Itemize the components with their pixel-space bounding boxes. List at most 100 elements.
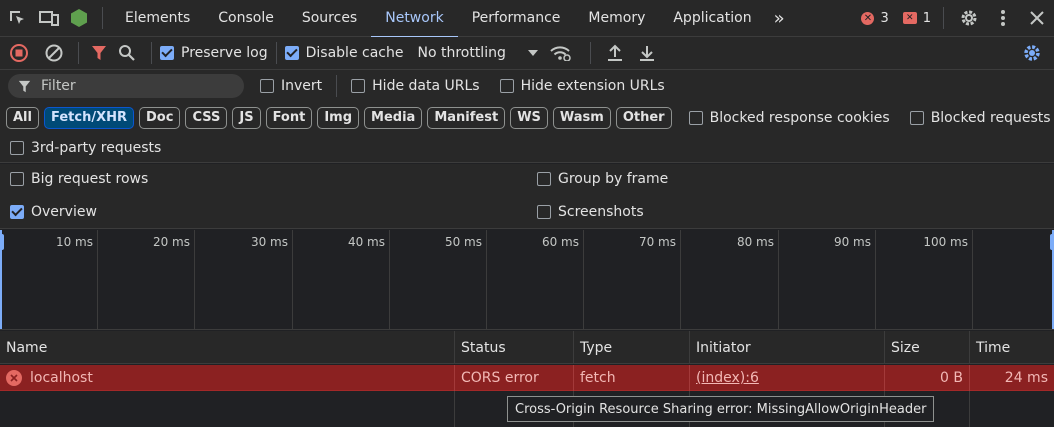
network-conditions-wifi-icon[interactable]: [538, 37, 582, 70]
screenshots-check[interactable]: [537, 205, 551, 219]
type-filter-all[interactable]: All: [6, 106, 39, 129]
overview-tick-label: 80 ms: [736, 235, 774, 249]
filter-funnel-icon[interactable]: [87, 37, 111, 70]
hide-extension-urls-check[interactable]: [499, 79, 514, 93]
clear-icon[interactable]: [38, 37, 70, 70]
type-filter-font[interactable]: Font: [265, 106, 313, 129]
group-by-frame-check[interactable]: [537, 172, 551, 186]
hide-data-urls-check[interactable]: [351, 79, 366, 93]
disable-cache-checkbox[interactable]: Disable cache: [284, 45, 404, 61]
type-filter-js[interactable]: JS: [232, 106, 261, 129]
more-tabs-button[interactable]: »: [766, 0, 793, 37]
tab-network[interactable]: Network: [371, 0, 459, 38]
kebab-menu-icon[interactable]: [986, 0, 1020, 37]
type-filter-manifest[interactable]: Manifest: [427, 106, 506, 129]
third-party-requests-check[interactable]: [10, 140, 24, 155]
column-header-type[interactable]: Type: [574, 331, 690, 364]
blocked-response-cookies-checkbox[interactable]: Blocked response cookies: [688, 109, 890, 126]
tab-memory[interactable]: Memory: [574, 0, 659, 37]
blocked-response-cookies-check[interactable]: [688, 110, 703, 125]
settings-gear-icon[interactable]: [952, 0, 986, 37]
tab-application[interactable]: Application: [659, 0, 765, 37]
throttling-select[interactable]: No throttling: [417, 45, 538, 61]
initiator-link[interactable]: (index):6: [696, 370, 759, 386]
table-row[interactable]: localhost CORS error fetch (index):6 0 B…: [0, 365, 1054, 391]
invert-check[interactable]: [260, 79, 274, 93]
screenshots-checkbox[interactable]: Screenshots: [537, 204, 644, 220]
node-js-icon[interactable]: [64, 0, 94, 37]
type-filter-css[interactable]: CSS: [185, 106, 228, 129]
third-party-requests-checkbox[interactable]: 3rd-party requests: [10, 140, 161, 156]
hide-data-urls-label: Hide data URLs: [372, 78, 480, 94]
divider: [589, 42, 591, 64]
blocked-requests-check[interactable]: [909, 110, 924, 125]
type-filter-doc[interactable]: Doc: [139, 106, 181, 129]
network-settings-gear-icon[interactable]: [1010, 37, 1054, 70]
import-har-upload-icon[interactable]: [599, 37, 631, 70]
issues-count-badge[interactable]: ✕ 1: [902, 11, 931, 26]
throttling-value: No throttling: [417, 45, 506, 61]
close-icon[interactable]: [1020, 0, 1054, 37]
column-header-name[interactable]: Name: [0, 331, 455, 364]
divider: [78, 42, 79, 64]
overview-tick-label: 40 ms: [347, 235, 385, 249]
preserve-log-check[interactable]: [160, 46, 174, 60]
tab-console[interactable]: Console: [204, 0, 288, 37]
record-stop-icon[interactable]: [0, 37, 38, 70]
overview-gridline: [292, 230, 293, 329]
type-filter-other[interactable]: Other: [615, 106, 672, 129]
network-overview-timeline[interactable]: 10 ms 20 ms 30 ms 40 ms 50 ms 60 ms 70 ms 80 ms…: [0, 230, 1054, 330]
device-toolbar-icon[interactable]: [34, 0, 64, 37]
filter-input[interactable]: Filter: [8, 74, 244, 98]
hide-data-urls-checkbox[interactable]: Hide data URLs: [351, 78, 480, 94]
filter-row: Filter Invert Hide data URLs Hide extens…: [0, 70, 1054, 102]
type-filter-ws[interactable]: WS: [510, 106, 548, 129]
blocked-requests-checkbox[interactable]: Blocked requests: [909, 110, 1051, 126]
preserve-log-checkbox[interactable]: Preserve log: [160, 45, 268, 61]
group-by-frame-checkbox[interactable]: Group by frame: [537, 171, 668, 187]
hide-extension-urls-checkbox[interactable]: Hide extension URLs: [499, 78, 665, 94]
inspect-element-icon[interactable]: [0, 0, 34, 37]
export-har-download-icon[interactable]: [631, 37, 663, 70]
disable-cache-check[interactable]: [284, 46, 299, 60]
request-time-cell: 24 ms: [1004, 370, 1048, 386]
invert-label: Invert: [281, 78, 323, 94]
column-header-size[interactable]: Size: [885, 331, 970, 364]
request-name-cell[interactable]: localhost: [0, 365, 455, 391]
screenshots-label: Screenshots: [558, 204, 644, 220]
group-by-frame-label: Group by frame: [558, 171, 669, 187]
overview-gridline: [389, 230, 390, 329]
column-header-initiator[interactable]: Initiator: [690, 331, 885, 364]
overview-checkbox[interactable]: Overview: [10, 204, 97, 220]
big-request-rows-check[interactable]: [10, 172, 24, 186]
column-header-status[interactable]: Status: [455, 331, 574, 364]
type-filter-media[interactable]: Media: [364, 106, 423, 129]
error-count-badge[interactable]: ✕ 3: [861, 11, 889, 26]
overview-check[interactable]: [10, 205, 24, 219]
tab-sources[interactable]: Sources: [288, 0, 371, 37]
type-filter-fetch-xhr[interactable]: Fetch/XHR: [43, 106, 134, 129]
invert-checkbox[interactable]: Invert: [260, 78, 322, 94]
overview-gridline: [194, 230, 195, 329]
overview-tick-label: 60 ms: [541, 235, 579, 249]
blocked-response-cookies-label: Blocked response cookies: [709, 109, 890, 126]
hide-extension-urls-label: Hide extension URLs: [520, 78, 665, 94]
search-icon[interactable]: [111, 37, 143, 70]
type-filter-wasm[interactable]: Wasm: [552, 106, 611, 129]
tab-performance[interactable]: Performance: [458, 0, 575, 37]
big-request-rows-checkbox[interactable]: Big request rows: [10, 171, 148, 187]
divider: [336, 75, 338, 97]
overview-tick-label: 100 ms: [923, 235, 968, 249]
type-filter-img[interactable]: Img: [317, 106, 360, 129]
request-type-cell: fetch: [574, 365, 690, 391]
request-name: localhost: [30, 370, 93, 386]
network-toolbar: Preserve log Disable cache No throttling: [0, 37, 1054, 70]
disable-cache-label: Disable cache: [305, 45, 404, 61]
overview-tick-label: 30 ms: [250, 235, 288, 249]
overview-left-handle[interactable]: [0, 230, 4, 329]
overview-gridline: [680, 230, 681, 329]
resource-type-buttons: All Fetch/XHR Doc CSS JS Font Img Media Manifest…: [6, 106, 677, 129]
column-header-time[interactable]: Time: [970, 331, 1054, 364]
tab-elements[interactable]: Elements: [111, 0, 204, 37]
third-party-requests-label: 3rd-party requests: [31, 139, 162, 156]
